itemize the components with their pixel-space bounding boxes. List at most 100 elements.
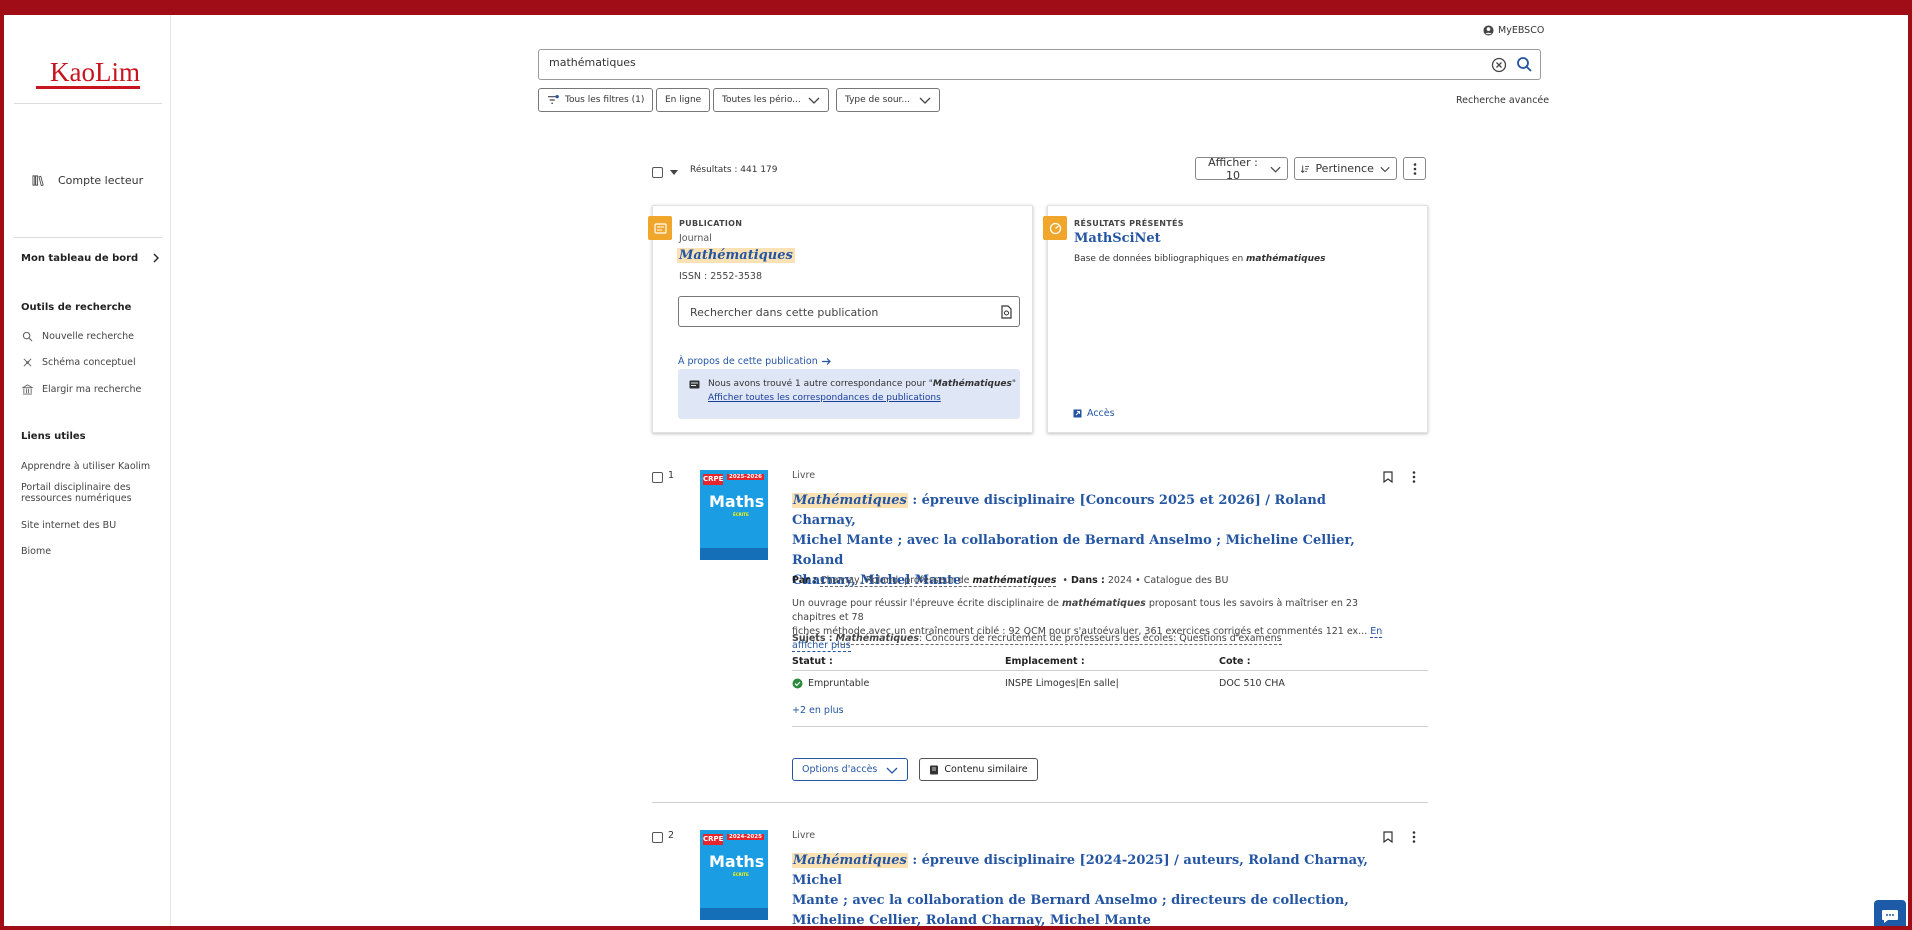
- caret-down-icon[interactable]: [670, 170, 678, 176]
- display-count-dropdown[interactable]: Afficher : 10: [1195, 155, 1288, 182]
- publication-title[interactable]: Mathématiques: [677, 248, 795, 263]
- cote-header: Cote :: [1219, 656, 1251, 667]
- author-link[interactable]: Charnay, Roland, professeur de mathémati…: [819, 575, 1057, 587]
- status-value: Empruntable: [808, 678, 870, 689]
- notice-text-post: ": [1011, 379, 1016, 389]
- user-circle-icon: [1483, 25, 1494, 36]
- result-1-title-line2: Michel Mante ; avec la collaboration de …: [792, 533, 1355, 568]
- author-name: Charnay, Roland, professeur de: [819, 575, 973, 586]
- kebab-icon[interactable]: [1412, 471, 1416, 483]
- kaolim-logo[interactable]: KaoLim: [36, 57, 140, 89]
- subject-link[interactable]: Mathématiques: Concours de recrutement d…: [835, 633, 1282, 645]
- subjects-label: Sujets :: [792, 633, 833, 644]
- result-2-type: Livre: [792, 830, 816, 841]
- myebsco-label: MyEBSCO: [1498, 25, 1545, 36]
- portal-link-line2: ressources numériques: [21, 493, 132, 504]
- publication-badge: [648, 216, 672, 240]
- source-type-filter-label: Type de sour...: [845, 95, 910, 105]
- account-link[interactable]: Compte lecteur: [32, 174, 143, 187]
- dashboard-link[interactable]: Mon tableau de bord: [21, 253, 138, 264]
- desc1-term: mathématiques: [1062, 598, 1146, 609]
- all-publications-link[interactable]: Afficher toutes les correspondances de p…: [708, 393, 941, 403]
- result-1-type: Livre: [792, 470, 816, 481]
- similar-content-button[interactable]: Contenu similaire: [919, 758, 1038, 781]
- about-publication-link[interactable]: À propos de cette publication: [678, 356, 831, 367]
- display-count-label: Afficher : 10: [1208, 155, 1258, 182]
- issn-label: ISSN :: [679, 271, 708, 282]
- access-label: Accès: [1087, 408, 1115, 419]
- app-frame: KaoLim Compte lecteur Mon tableau de bor…: [4, 15, 1908, 926]
- document-search-icon[interactable]: [1000, 305, 1013, 319]
- sort-dropdown[interactable]: Pertinence: [1294, 157, 1397, 180]
- cover-subtitle: ÉCRITE: [733, 512, 749, 517]
- portal-link[interactable]: Portail disciplinaire des ressources num…: [21, 482, 132, 504]
- similar-content-label: Contenu similaire: [944, 764, 1028, 775]
- table-divider: [792, 670, 1428, 671]
- broaden-search-link[interactable]: Elargir ma recherche: [22, 384, 141, 395]
- online-filter-button[interactable]: En ligne: [656, 88, 711, 112]
- bookmark-icon[interactable]: [1383, 471, 1393, 483]
- logo-underline: [36, 86, 140, 89]
- result-1-meta: Par : Charnay, Roland, professeur de mat…: [792, 575, 1229, 587]
- result-2-checkbox[interactable]: [652, 832, 663, 843]
- myebsco-link[interactable]: MyEBSCO: [1483, 25, 1544, 36]
- more-holdings-link[interactable]: +2 en plus: [792, 705, 844, 716]
- all-filters-button[interactable]: Tous les filtres (1): [538, 88, 654, 112]
- publication-card: PUBLICATION Journal Mathématiques ISSN :…: [648, 205, 1033, 433]
- cover-title: Maths: [709, 852, 765, 871]
- arrow-right-icon: [821, 358, 831, 365]
- chevron-down-icon: [886, 767, 898, 774]
- subject-rest: : Concours de recrutement de professeurs…: [919, 633, 1282, 644]
- result-1-cover[interactable]: CRPE 2025-2026 Maths ÉCRITE: [700, 470, 768, 560]
- title-highlight: Mathématiques: [792, 853, 908, 868]
- result-1-subjects: Sujets : Mathématiques: Concours de recr…: [792, 633, 1282, 645]
- biome-link[interactable]: Biome: [21, 546, 51, 557]
- about-publication-label: À propos de cette publication: [678, 356, 818, 367]
- help-link[interactable]: Apprendre à utiliser Kaolim: [21, 461, 150, 472]
- status-header: Statut :: [792, 656, 833, 667]
- featured-title[interactable]: MathSciNet: [1074, 231, 1161, 246]
- new-search-label: Nouvelle recherche: [42, 331, 134, 342]
- desc1-pre: Un ouvrage pour réussir l'épreuve écrite…: [792, 598, 1062, 609]
- location-header: Emplacement :: [1005, 656, 1085, 667]
- bu-website-link[interactable]: Site internet des BU: [21, 520, 116, 531]
- period-filter-dropdown[interactable]: Toutes les pério...: [713, 88, 829, 112]
- result-2-cover[interactable]: CRPE 2024-2025 Maths ÉCRITE: [700, 830, 768, 920]
- sort-label: Pertinence: [1315, 162, 1374, 175]
- cover-badge: CRPE: [703, 474, 724, 485]
- source-type-filter-dropdown[interactable]: Type de sour...: [836, 88, 940, 112]
- result-2-title[interactable]: Mathématiques : épreuve disciplinaire [2…: [792, 851, 1392, 926]
- search-icon: [22, 331, 33, 342]
- clear-icon[interactable]: [1491, 57, 1507, 73]
- search-input[interactable]: [549, 56, 1449, 69]
- cover-band: [700, 548, 768, 560]
- chevron-down-icon: [1270, 166, 1281, 173]
- institution-icon: [22, 384, 33, 395]
- kebab-icon[interactable]: [1412, 831, 1416, 843]
- more-options-button[interactable]: [1403, 157, 1426, 180]
- concept-map-icon: [23, 358, 32, 367]
- author-term: mathématiques: [972, 575, 1057, 586]
- chat-button[interactable]: [1874, 900, 1906, 926]
- chevron-down-icon: [808, 97, 820, 104]
- bookmark-icon[interactable]: [1383, 831, 1393, 843]
- advanced-search-link[interactable]: Recherche avancée: [1456, 95, 1549, 106]
- concept-map-link[interactable]: Schéma conceptuel: [22, 357, 136, 368]
- chevron-down-icon: [919, 97, 931, 104]
- access-link[interactable]: Accès: [1073, 408, 1115, 419]
- chat-bubble-icon: [1882, 910, 1898, 923]
- result-2-number: 2: [668, 830, 675, 841]
- publication-search-field[interactable]: Rechercher dans cette publication: [678, 296, 1020, 327]
- notice-text-pre: Nous avons trouvé 1 autre correspondance…: [708, 379, 933, 389]
- tools-heading: Outils de recherche: [21, 302, 132, 313]
- new-search-link[interactable]: Nouvelle recherche: [22, 331, 134, 342]
- result-1-checkbox[interactable]: [652, 472, 663, 483]
- access-options-dropdown[interactable]: Options d'accès: [792, 758, 908, 781]
- search-submit-icon[interactable]: [1516, 56, 1533, 73]
- access-options-label: Options d'accès: [802, 764, 878, 775]
- issn-value: 2552-3538: [710, 271, 763, 282]
- select-all-checkbox[interactable]: [652, 167, 663, 178]
- cover-band: [700, 908, 768, 920]
- external-link-icon: [1073, 409, 1082, 418]
- sidebar: KaoLim Compte lecteur Mon tableau de bor…: [4, 15, 171, 926]
